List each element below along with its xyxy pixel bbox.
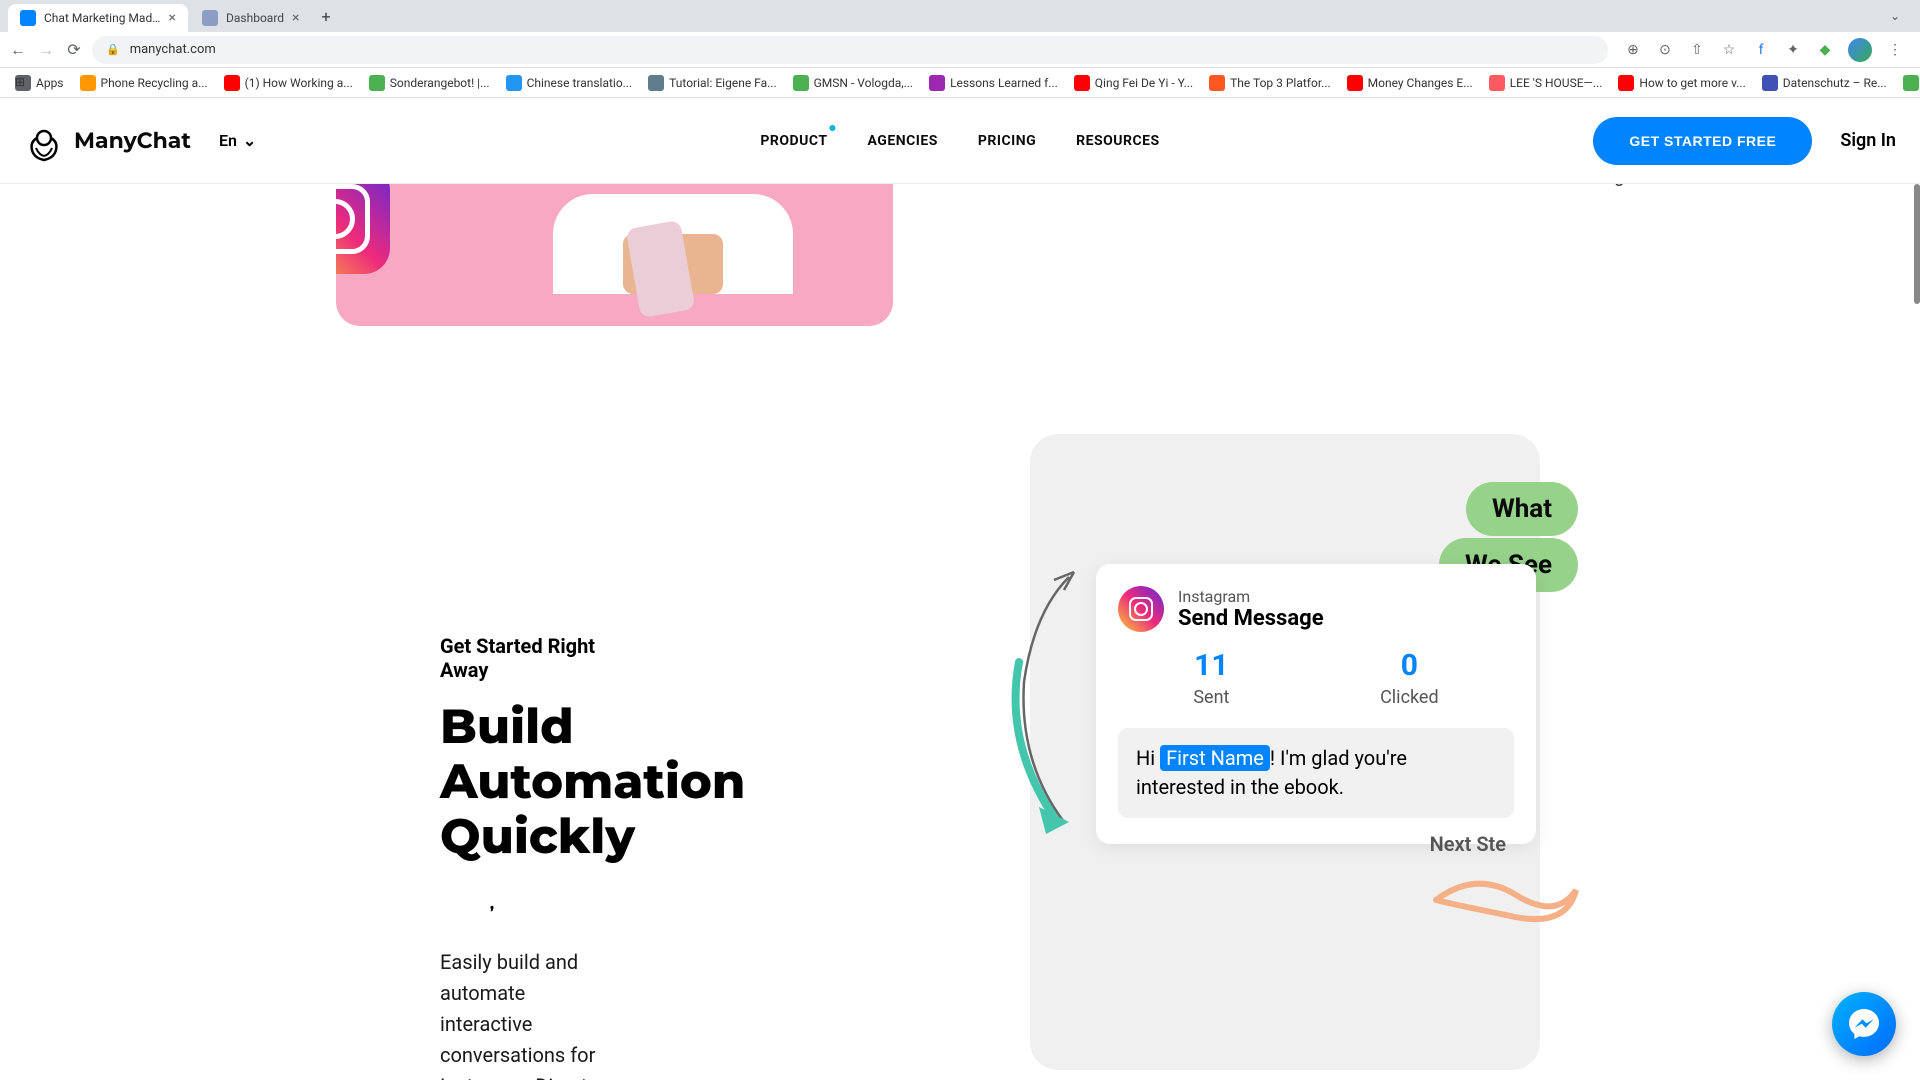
menu-icon[interactable]: ⋮ bbox=[1886, 41, 1904, 59]
bookmarks-bar: ⊞Apps Phone Recycling a... (1) How Worki… bbox=[0, 68, 1920, 98]
main-nav: PRODUCT AGENCIES PRICING RESOURCES bbox=[760, 133, 1159, 149]
language-selector[interactable]: En ⌄ bbox=[219, 131, 256, 150]
get-started-button[interactable]: GET STARTED FREE bbox=[1593, 117, 1812, 165]
extension-icon[interactable]: ◆ bbox=[1816, 41, 1834, 59]
url-field[interactable]: 🔒 manychat.com bbox=[92, 36, 1608, 64]
page-content: Messenger Get Started Right Away Build A… bbox=[0, 184, 1920, 1080]
hero-image bbox=[336, 184, 893, 326]
tab-favicon bbox=[202, 10, 218, 26]
platform-label: Instagram bbox=[1178, 587, 1324, 606]
chat-bubble: What bbox=[1466, 482, 1578, 536]
nav-product[interactable]: PRODUCT bbox=[760, 133, 827, 149]
bookmark-item[interactable]: GMSN - Vologda,... bbox=[788, 72, 918, 94]
back-button[interactable]: ← bbox=[8, 40, 28, 60]
bookmark-item[interactable]: Qing Fei De Yi - Y... bbox=[1069, 72, 1198, 94]
translate-icon[interactable]: ⊕ bbox=[1624, 41, 1642, 59]
language-label: En bbox=[219, 131, 237, 150]
nav-pricing[interactable]: PRICING bbox=[978, 133, 1036, 149]
share-icon[interactable]: ⇧ bbox=[1688, 41, 1706, 59]
messenger-fab[interactable] bbox=[1832, 992, 1896, 1056]
search-icon[interactable]: ⊙ bbox=[1656, 41, 1674, 59]
stat-value: 11 bbox=[1193, 648, 1229, 683]
lock-icon: 🔒 bbox=[106, 43, 120, 56]
manychat-logo-icon bbox=[24, 120, 64, 162]
tab-title: Dashboard bbox=[226, 11, 284, 25]
bookmark-item[interactable]: Lessons Learned f... bbox=[924, 72, 1063, 94]
bookmark-item[interactable]: Tutorial: Eigene Fa... bbox=[643, 72, 781, 94]
bookmark-item[interactable]: LEE 'S HOUSE—... bbox=[1484, 72, 1608, 94]
bookmark-item[interactable]: Phone Recycling a... bbox=[75, 72, 213, 94]
flow-arrow-icon bbox=[974, 562, 1094, 842]
nav-agencies[interactable]: AGENCIES bbox=[868, 133, 938, 149]
bookmark-item[interactable]: Chinese translatio... bbox=[501, 72, 638, 94]
tab-inactive[interactable]: Dashboard × bbox=[190, 4, 312, 32]
nav-resources[interactable]: RESOURCES bbox=[1076, 133, 1159, 149]
tab-favicon bbox=[20, 10, 36, 26]
new-tab-button[interactable]: + bbox=[322, 7, 331, 26]
stat-label: Sent bbox=[1193, 687, 1229, 708]
close-icon[interactable]: × bbox=[292, 10, 299, 26]
facebook-icon[interactable]: f bbox=[1752, 41, 1770, 59]
action-label: Send Message bbox=[1178, 606, 1324, 631]
instagram-icon bbox=[336, 184, 390, 274]
card-header: Instagram Send Message bbox=[1118, 586, 1514, 632]
extension-icon[interactable]: ✦ bbox=[1784, 41, 1802, 59]
window-controls: ⌄ bbox=[1890, 9, 1912, 23]
forward-button[interactable]: → bbox=[36, 40, 56, 60]
bookmark-item[interactable]: The Top 3 Platfor... bbox=[1204, 72, 1336, 94]
person-image bbox=[533, 184, 813, 324]
instagram-icon bbox=[1118, 586, 1164, 632]
bookmark-item[interactable]: (1) How Working a... bbox=[219, 72, 358, 94]
stat-value: 0 bbox=[1380, 648, 1439, 683]
scrollbar-thumb[interactable] bbox=[1914, 184, 1920, 304]
illustration-panel: What We See Instagram Send Message 11 Se… bbox=[1030, 434, 1540, 1070]
apps-bookmark[interactable]: ⊞Apps bbox=[10, 72, 69, 94]
scribble-accent-icon bbox=[1426, 860, 1586, 950]
bookmark-item[interactable]: Money Changes E... bbox=[1342, 72, 1478, 94]
chevron-down-icon: ⌄ bbox=[243, 131, 256, 150]
brand-name: ManyChat bbox=[74, 127, 191, 154]
messenger-icon bbox=[1846, 1006, 1882, 1042]
next-step-label: Next Ste bbox=[1430, 832, 1506, 856]
bookmark-item[interactable]: Sonderangebot! |... bbox=[364, 72, 495, 94]
bookmark-item[interactable]: Student Wants an... bbox=[1898, 72, 1920, 94]
message-preview: Hi First Name! I'm glad you're intereste… bbox=[1118, 728, 1514, 818]
message-card: Instagram Send Message 11 Sent 0 Clicked… bbox=[1096, 564, 1536, 844]
bookmark-item[interactable]: Datenschutz – Re... bbox=[1757, 72, 1892, 94]
stats-row: 11 Sent 0 Clicked bbox=[1118, 648, 1514, 708]
close-icon[interactable]: × bbox=[169, 10, 176, 26]
bookmark-item[interactable]: How to get more v... bbox=[1613, 72, 1750, 94]
tab-active[interactable]: Chat Marketing Made Easy wi × bbox=[8, 4, 188, 32]
bookmark-icon[interactable]: ☆ bbox=[1720, 41, 1738, 59]
variable-token: First Name bbox=[1160, 745, 1270, 771]
sign-in-link[interactable]: Sign In bbox=[1840, 130, 1896, 151]
site-header: ManyChat En ⌄ PRODUCT AGENCIES PRICING R… bbox=[0, 98, 1920, 184]
text-cursor: ‚ bbox=[490, 896, 494, 912]
toolbar-icons: ⊕ ⊙ ⇧ ☆ f ✦ ◆ ⋮ bbox=[1616, 38, 1912, 62]
eyebrow-text: Get Started Right Away bbox=[440, 634, 620, 682]
stat-label: Clicked bbox=[1380, 687, 1439, 708]
section-body: Easily build and automate interactive co… bbox=[440, 947, 620, 1080]
brand-logo[interactable]: ManyChat bbox=[24, 120, 191, 162]
tab-title: Chat Marketing Made Easy wi bbox=[44, 11, 161, 25]
tab-bar: Chat Marketing Made Easy wi × Dashboard … bbox=[0, 0, 1920, 32]
content-section: Get Started Right Away Build Automation … bbox=[0, 474, 1920, 1080]
header-actions: GET STARTED FREE Sign In bbox=[1593, 117, 1896, 165]
hero-text-remnant: Messenger bbox=[1551, 184, 1640, 187]
section-headline: Build Automation Quickly‚ bbox=[440, 700, 620, 921]
browser-chrome: Chat Marketing Made Easy wi × Dashboard … bbox=[0, 0, 1920, 98]
url-text: manychat.com bbox=[130, 42, 216, 57]
content-text: Get Started Right Away Build Automation … bbox=[60, 474, 620, 1080]
profile-avatar[interactable] bbox=[1848, 38, 1872, 62]
reload-button[interactable]: ⟳ bbox=[64, 40, 84, 60]
chevron-down-icon[interactable]: ⌄ bbox=[1890, 9, 1900, 23]
address-bar: ← → ⟳ 🔒 manychat.com ⊕ ⊙ ⇧ ☆ f ✦ ◆ ⋮ bbox=[0, 32, 1920, 68]
